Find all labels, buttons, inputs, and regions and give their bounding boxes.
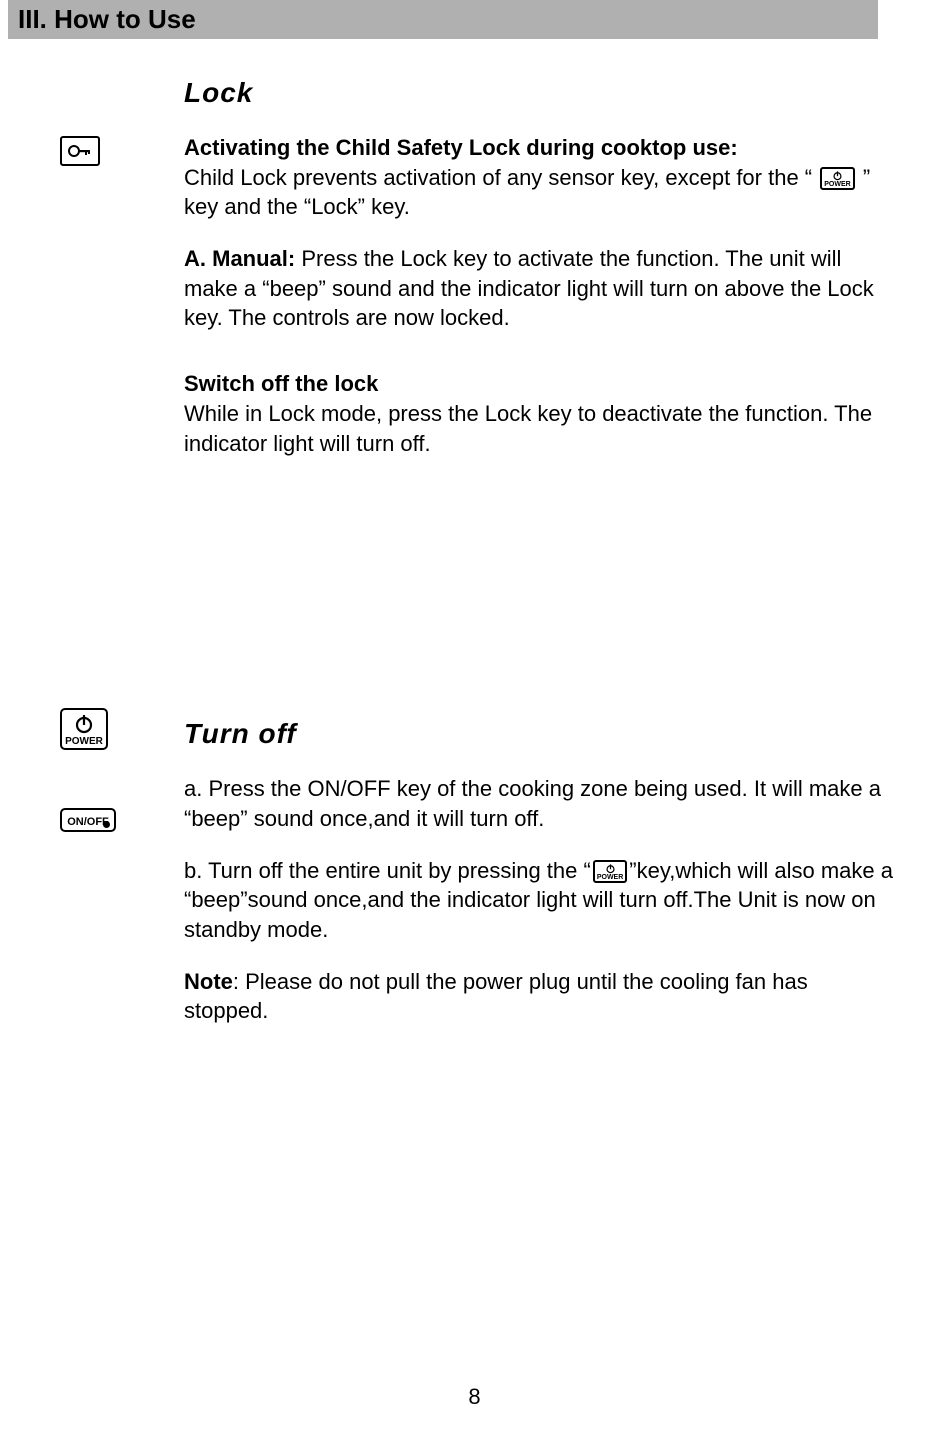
- note-text: : Please do not pull the power plug unti…: [184, 969, 808, 1024]
- key-icon: [68, 144, 92, 158]
- lock-key-icon: [60, 136, 100, 166]
- power-icon: [73, 713, 95, 735]
- power-key-inline-icon: POWER: [820, 167, 854, 190]
- turnoff-section-title: Turn off: [184, 718, 893, 750]
- turnoff-step-a: a. Press the ON/OFF key of the cooking z…: [184, 774, 893, 833]
- power-key-side-icon: POWER: [60, 708, 108, 750]
- turnoff-section-body: a. Press the ON/OFF key of the cooking z…: [184, 774, 893, 1026]
- activate-heading: Activating the Child Safety Lock during …: [184, 135, 738, 160]
- manual-heading: A. Manual:: [184, 246, 301, 271]
- power-key-inline-icon-2: POWER: [593, 860, 627, 883]
- lock-section-title: Lock: [184, 77, 893, 109]
- note-heading: Note: [184, 969, 233, 994]
- section-header: III. How to Use: [8, 0, 878, 39]
- lock-section-body: Activating the Child Safety Lock during …: [184, 133, 893, 458]
- page-number: 8: [0, 1384, 949, 1410]
- switchoff-heading: Switch off the lock: [184, 371, 378, 396]
- switchoff-text: While in Lock mode, press the Lock key t…: [184, 401, 872, 456]
- indicator-dot-icon: [103, 821, 110, 828]
- onoff-key-side-icon: ON/OFF: [60, 808, 116, 832]
- turnoff-step-b-1: b. Turn off the entire unit by pressing …: [184, 858, 591, 883]
- childlock-text-1: Child Lock prevents activation of any se…: [184, 165, 818, 190]
